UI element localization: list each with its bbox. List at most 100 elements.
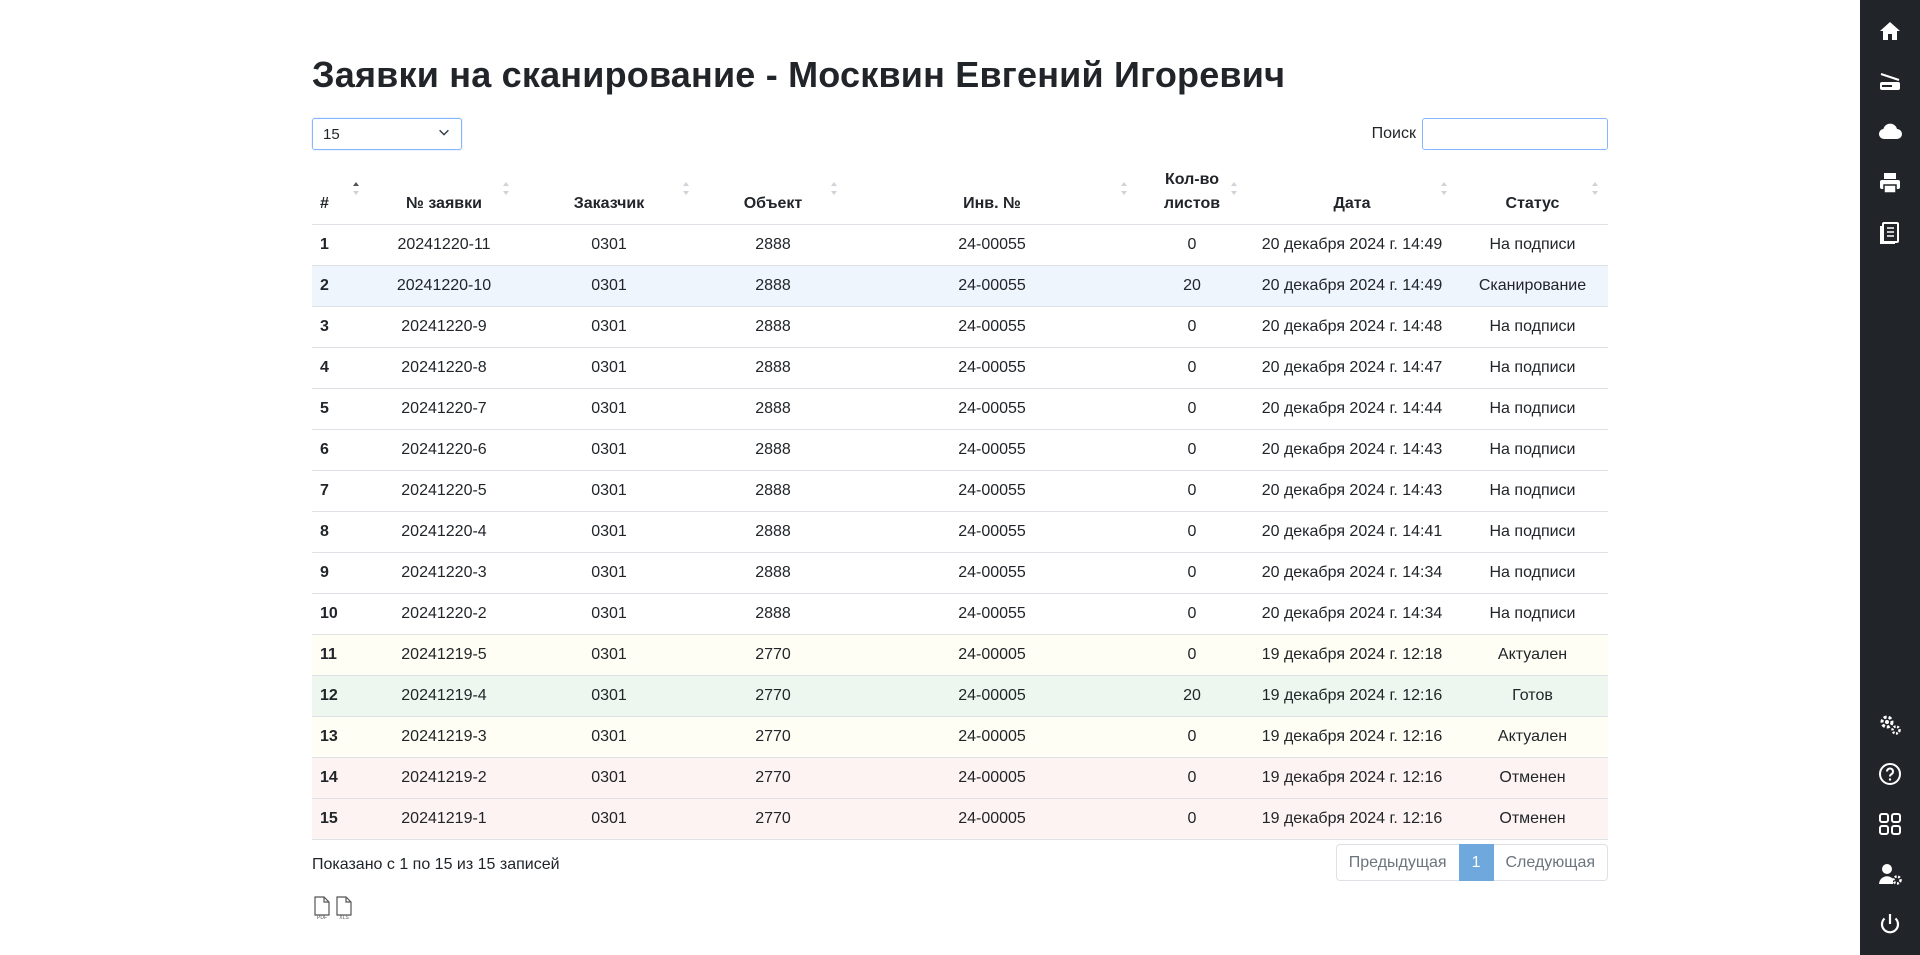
cell-row-index: 2 (312, 265, 369, 307)
pdf-export-icon[interactable]: PDF (312, 896, 332, 920)
table-row[interactable]: 4 20241220-8 0301 2888 24-00055 0 20 декабря 2… (312, 347, 1608, 389)
page-length-value: 15 (323, 125, 340, 143)
page-1-button[interactable]: 1 (1458, 844, 1494, 881)
cell-inventory-number: 24-00055 (847, 552, 1137, 594)
column-header-label: Кол-во листов (1163, 170, 1221, 212)
help-icon[interactable] (1878, 762, 1902, 786)
cell-customer: 0301 (519, 224, 699, 266)
cell-object: 2888 (699, 511, 847, 553)
cell-request-number: 20241220-3 (369, 552, 519, 594)
cell-request-number: 20241220-5 (369, 470, 519, 512)
cell-request-number: 20241219-5 (369, 634, 519, 676)
table-row[interactable]: 2 20241220-10 0301 2888 24-00055 20 20 декабря… (312, 265, 1608, 307)
cell-row-index: 9 (312, 552, 369, 594)
table-row[interactable]: 14 20241219-2 0301 2770 24-00005 0 19 декабря … (312, 757, 1608, 799)
cell-customer: 0301 (519, 593, 699, 635)
apps-icon[interactable] (1878, 812, 1902, 836)
scanner-icon[interactable] (1878, 70, 1902, 94)
power-icon[interactable] (1878, 912, 1902, 936)
table-header-row: # № заявки Заказчик Объект Инв. № Кол-во… (312, 160, 1608, 225)
table-row[interactable]: 7 20241220-5 0301 2888 24-00055 0 20 декабря 2… (312, 470, 1608, 512)
table-row[interactable]: 15 20241219-1 0301 2770 24-00005 0 19 декабря … (312, 798, 1608, 840)
sort-asc-icon (353, 182, 361, 198)
cell-sheets-count: 0 (1137, 429, 1247, 471)
cell-inventory-number: 24-00055 (847, 224, 1137, 266)
column-header-object[interactable]: Объект (699, 160, 847, 225)
cell-sheets-count: 0 (1137, 347, 1247, 389)
cell-sheets-count: 0 (1137, 798, 1247, 840)
sort-icon (503, 182, 511, 198)
cell-request-number: 20241220-2 (369, 593, 519, 635)
sort-icon (683, 182, 691, 198)
home-icon[interactable] (1878, 19, 1902, 43)
table-row[interactable]: 6 20241220-6 0301 2888 24-00055 0 20 декабря 2… (312, 429, 1608, 471)
sort-icon (1592, 182, 1600, 198)
cell-inventory-number: 24-00055 (847, 470, 1137, 512)
cell-row-index: 3 (312, 306, 369, 348)
next-page-button[interactable]: Следующая (1493, 844, 1608, 881)
cell-date: 20 декабря 2024 г. 14:48 (1247, 306, 1457, 348)
column-header-request-number[interactable]: № заявки (369, 160, 519, 225)
cell-sheets-count: 0 (1137, 511, 1247, 553)
cell-date: 20 декабря 2024 г. 14:47 (1247, 347, 1457, 389)
table-row[interactable]: 1 20241220-11 0301 2888 24-00055 0 20 декабря … (312, 224, 1608, 266)
cell-status: Готов (1457, 675, 1608, 717)
column-header-customer[interactable]: Заказчик (519, 160, 699, 225)
cell-request-number: 20241220-9 (369, 306, 519, 348)
column-header-status[interactable]: Статус (1457, 160, 1608, 225)
column-header-label: Дата (1333, 194, 1371, 212)
cell-customer: 0301 (519, 552, 699, 594)
cell-status: На подписи (1457, 388, 1608, 430)
cell-customer: 0301 (519, 511, 699, 553)
cell-date: 20 декабря 2024 г. 14:49 (1247, 224, 1457, 266)
journal-icon[interactable] (1878, 221, 1902, 245)
table-row[interactable]: 12 20241219-4 0301 2770 24-00005 20 19 декабря… (312, 675, 1608, 717)
cell-date: 19 декабря 2024 г. 12:16 (1247, 716, 1457, 758)
table-row[interactable]: 9 20241220-3 0301 2888 24-00055 0 20 декабря 2… (312, 552, 1608, 594)
table-row[interactable]: 8 20241220-4 0301 2888 24-00055 0 20 декабря 2… (312, 511, 1608, 553)
cell-customer: 0301 (519, 265, 699, 307)
cell-sheets-count: 0 (1137, 306, 1247, 348)
page-title: Заявки на сканирование - Москвин Евгений… (312, 54, 1286, 95)
search-input[interactable] (1422, 118, 1608, 150)
cell-status: На подписи (1457, 552, 1608, 594)
cell-status: Отменен (1457, 757, 1608, 799)
cell-date: 20 декабря 2024 г. 14:43 (1247, 429, 1457, 471)
cell-object: 2888 (699, 470, 847, 512)
column-header-inventory-number[interactable]: Инв. № (847, 160, 1137, 225)
column-header-label: # (320, 194, 329, 212)
table-row[interactable]: 11 20241219-5 0301 2770 24-00005 0 19 декабря … (312, 634, 1608, 676)
svg-text:XLS: XLS (339, 915, 349, 920)
cell-request-number: 20241220-4 (369, 511, 519, 553)
page-length-select[interactable]: 15 (312, 118, 462, 150)
cloud-icon[interactable] (1878, 120, 1902, 144)
user-settings-icon[interactable] (1878, 862, 1902, 886)
previous-page-button[interactable]: Предыдущая (1335, 844, 1459, 881)
column-header-index[interactable]: # (312, 160, 369, 225)
cell-status: На подписи (1457, 511, 1608, 553)
table-row[interactable]: 3 20241220-9 0301 2888 24-00055 0 20 декабря 2… (312, 306, 1608, 348)
cell-sheets-count: 0 (1137, 716, 1247, 758)
table-row[interactable]: 10 20241220-2 0301 2888 24-00055 0 20 декабря … (312, 593, 1608, 635)
column-header-label: № заявки (406, 194, 482, 212)
cell-date: 20 декабря 2024 г. 14:34 (1247, 593, 1457, 635)
column-header-sheets[interactable]: Кол-во листов (1137, 160, 1247, 225)
table-row[interactable]: 5 20241220-7 0301 2888 24-00055 0 20 декабря 2… (312, 388, 1608, 430)
cell-sheets-count: 20 (1137, 675, 1247, 717)
pagination: Предыдущая 1 Следующая (1335, 844, 1608, 881)
cell-row-index: 13 (312, 716, 369, 758)
cell-request-number: 20241219-4 (369, 675, 519, 717)
cell-row-index: 4 (312, 347, 369, 389)
table-row[interactable]: 13 20241219-3 0301 2770 24-00005 0 19 декабря … (312, 716, 1608, 758)
gears-icon[interactable] (1878, 712, 1902, 736)
xls-export-icon[interactable]: XLS (334, 896, 354, 920)
cell-inventory-number: 24-00055 (847, 388, 1137, 430)
cell-request-number: 20241220-8 (369, 347, 519, 389)
cell-customer: 0301 (519, 347, 699, 389)
cell-request-number: 20241220-7 (369, 388, 519, 430)
printer-icon[interactable] (1878, 171, 1902, 195)
cell-request-number: 20241219-2 (369, 757, 519, 799)
column-header-date[interactable]: Дата (1247, 160, 1457, 225)
cell-sheets-count: 0 (1137, 593, 1247, 635)
cell-sheets-count: 0 (1137, 388, 1247, 430)
